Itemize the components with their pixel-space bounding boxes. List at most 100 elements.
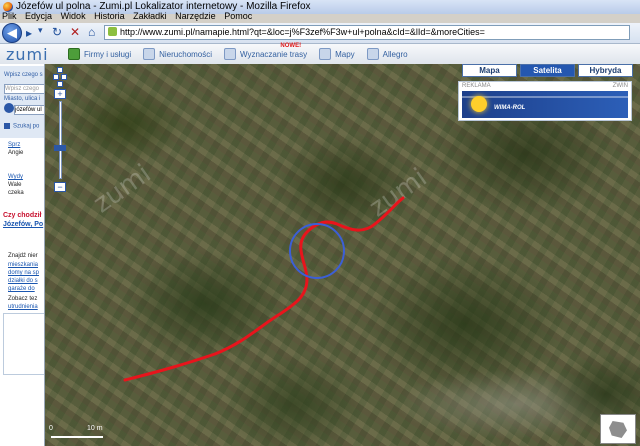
- location-label: Miasto, ulica i: [4, 96, 41, 102]
- tab-label: Mapy: [335, 49, 355, 59]
- sidebar-place-link[interactable]: Józefów, Po: [3, 221, 43, 228]
- ad-banner[interactable]: WIMA-ROL: [462, 91, 628, 118]
- menu-bar: Plik Edycja Widok Historia Zakładki Narz…: [0, 10, 640, 23]
- search-panel: Wpisz czego s Wpisz czego sz Miasto, uli…: [0, 66, 44, 138]
- map-overlay: [123, 196, 405, 382]
- ad-box: REKLAMA ZWIŃ WIMA-ROL: [458, 81, 632, 121]
- scale-start: 0: [49, 425, 53, 432]
- real-estate-box: [3, 313, 44, 375]
- pan-control: [53, 67, 67, 87]
- chevron-down-icon: ▾: [38, 25, 43, 35]
- map-scale: 0 10 m: [47, 424, 107, 444]
- pan-right-button[interactable]: [61, 74, 67, 80]
- sidebar-text: Zobacz tez: [8, 296, 38, 302]
- stop-button[interactable]: ✕: [70, 25, 80, 39]
- site-favicon: [108, 27, 117, 36]
- satellite-map[interactable]: zumi zumi: [45, 64, 640, 446]
- location-input[interactable]: józefów ul: [14, 105, 44, 115]
- menu-narzedzia[interactable]: Narzędzie: [175, 11, 216, 21]
- sidebar-link[interactable]: garaże do: [8, 286, 35, 292]
- plus-icon: +: [57, 89, 63, 99]
- zumi-logo[interactable]: zumi: [6, 45, 49, 64]
- arrow-right-icon: ▸: [26, 26, 33, 40]
- route-icon: [224, 48, 237, 60]
- history-dropdown-button[interactable]: ▾: [38, 25, 43, 36]
- sidebar-link[interactable]: domy na sp: [8, 270, 39, 276]
- search-input[interactable]: Wpisz czego sz: [4, 84, 44, 94]
- tab-label: Wyznaczanie trasy: [240, 49, 308, 59]
- address-bar[interactable]: http://www.zumi.pl/namapie.html?qt=&loc=…: [104, 25, 630, 40]
- search-label: Wpisz czego s: [4, 72, 43, 78]
- tab-firmy[interactable]: Firmy i usługi: [64, 44, 139, 64]
- sidebar-text: czeka: [8, 190, 24, 196]
- menu-widok[interactable]: Widok: [61, 11, 86, 21]
- forward-button[interactable]: ▸: [26, 26, 32, 40]
- tab-label: Firmy i usługi: [84, 49, 132, 59]
- ad-brand: WIMA-ROL: [494, 105, 526, 111]
- allegro-icon: [366, 48, 379, 60]
- menu-plik[interactable]: Plik: [2, 11, 17, 21]
- sidebar-link[interactable]: utrudnienia: [8, 304, 38, 310]
- sidebar-link[interactable]: Wydy: [8, 174, 23, 180]
- poland-minimap[interactable]: [600, 414, 636, 444]
- tab-label: Nieruchomości: [159, 49, 213, 59]
- new-badge: NOWE!: [280, 43, 302, 49]
- reload-button[interactable]: ↻: [52, 25, 62, 39]
- map-type-mapa[interactable]: Mapa: [462, 64, 517, 77]
- minus-icon: −: [57, 182, 63, 192]
- map-icon: [319, 48, 332, 60]
- tab-label: Allegro: [382, 49, 408, 59]
- tab-allegro[interactable]: Allegro: [363, 44, 416, 64]
- location-icon: [4, 103, 14, 113]
- tab-trasy[interactable]: Wyznaczanie trasy NOWE!: [220, 43, 315, 64]
- sun-icon: [471, 96, 487, 112]
- site-tabs: Firmy i usługi Nieruchomości Wyznaczanie…: [64, 43, 416, 64]
- menu-edycja[interactable]: Edycja: [25, 11, 52, 21]
- scale-end: 10 m: [87, 425, 103, 432]
- pan-down-button[interactable]: [57, 81, 63, 87]
- business-icon: [68, 48, 80, 60]
- zoom-in-button[interactable]: +: [54, 89, 66, 99]
- poland-shape-icon: [609, 421, 627, 438]
- map-type-switcher: Mapa Satelita Hybryda: [462, 64, 633, 77]
- address-url: http://www.zumi.pl/namapie.html?qt=&loc=…: [120, 27, 485, 37]
- ad-collapse-button[interactable]: ZWIŃ: [613, 83, 628, 89]
- zoom-out-button[interactable]: −: [54, 182, 66, 192]
- menu-historia[interactable]: Historia: [94, 11, 125, 21]
- home-button[interactable]: ⌂: [88, 25, 95, 39]
- pan-up-button[interactable]: [57, 67, 63, 73]
- back-button[interactable]: ◀: [2, 23, 22, 43]
- reload-icon: ↻: [52, 25, 63, 39]
- route-line: [123, 196, 405, 382]
- ad-label: REKLAMA: [462, 83, 491, 89]
- search-sidebar: Wpisz czego s Wpisz czego sz Miasto, uli…: [0, 64, 45, 446]
- zoom-slider-thumb[interactable]: [54, 145, 66, 151]
- site-header: zumi Firmy i usługi Nieruchomości Wyznac…: [0, 43, 640, 65]
- map-zoom-control: + −: [50, 67, 70, 197]
- sidebar-text: Wale: [8, 182, 22, 188]
- map-type-hybryda[interactable]: Hybryda: [578, 64, 633, 77]
- zoom-slider-track[interactable]: [59, 101, 62, 179]
- tab-nieruchomosci[interactable]: Nieruchomości: [139, 44, 220, 64]
- logo-text: zumi: [6, 45, 49, 64]
- house-icon: [143, 48, 156, 60]
- scale-bar: [51, 436, 103, 438]
- menu-pomoc[interactable]: Pomoc: [224, 11, 252, 21]
- search-button[interactable]: Szukaj po: [4, 123, 39, 130]
- pan-left-button[interactable]: [53, 74, 59, 80]
- sidebar-link[interactable]: Sprz: [8, 142, 20, 148]
- stop-icon: ✕: [70, 25, 81, 39]
- home-icon: ⌂: [88, 25, 96, 39]
- sidebar-text: Angie: [8, 150, 24, 156]
- sidebar-text: Znajdź nier: [8, 253, 38, 259]
- sidebar-link[interactable]: działki do s: [8, 278, 38, 284]
- map-type-satelita[interactable]: Satelita: [520, 64, 575, 77]
- banner-stripe: [462, 96, 628, 98]
- sidebar-link[interactable]: mieszkania: [8, 262, 38, 268]
- tab-mapy[interactable]: Mapy: [315, 44, 363, 64]
- navigation-toolbar: ◀ ▸ ▾ ↻ ✕ ⌂ http://www.zumi.pl/namapie.h…: [0, 23, 640, 44]
- sidebar-question: Czy chodził: [3, 212, 42, 219]
- menu-zakladki[interactable]: Zakładki: [133, 11, 167, 21]
- location-marker-circle: [289, 223, 345, 279]
- arrow-left-icon: ◀: [7, 25, 17, 40]
